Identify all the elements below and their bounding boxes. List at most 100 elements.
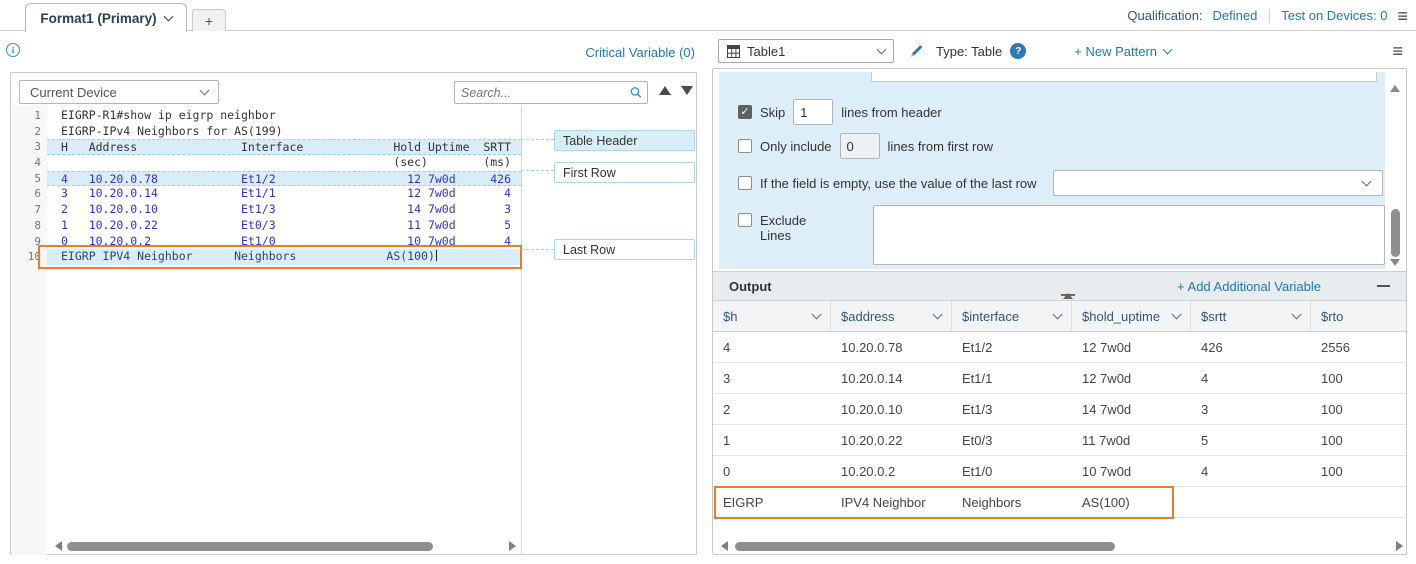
output-column-header-address[interactable]: $address bbox=[831, 301, 952, 331]
minimize-icon[interactable] bbox=[1377, 285, 1390, 287]
menu-icon[interactable]: ≡ bbox=[1397, 7, 1408, 25]
output-cell: 4 bbox=[713, 332, 831, 362]
chevron-down-icon[interactable] bbox=[812, 309, 822, 319]
test-on-devices-link[interactable]: Test on Devices: 0 bbox=[1281, 8, 1387, 23]
hscroll-left-arrow[interactable] bbox=[55, 541, 62, 551]
output-cell: 10.20.0.2 bbox=[831, 456, 952, 486]
output-cell: 1 bbox=[713, 425, 831, 455]
chevron-down-icon bbox=[1163, 44, 1173, 54]
output-cell: 5 bbox=[1191, 425, 1311, 455]
line-number: 4 bbox=[12, 155, 41, 171]
last-row-marker[interactable]: Last Row bbox=[554, 239, 695, 260]
qualification-label: Qualification: bbox=[1127, 8, 1202, 23]
sample-output-panel: Current Device 12345678910 EIGRP-R1#show… bbox=[10, 72, 697, 555]
chevron-down-icon[interactable] bbox=[933, 309, 943, 319]
chevron-down-icon[interactable] bbox=[1172, 309, 1182, 319]
device-select[interactable]: Current Device bbox=[19, 80, 219, 104]
output-cell: 2 bbox=[713, 394, 831, 424]
vscroll-down-arrow[interactable] bbox=[1390, 259, 1400, 266]
search-prev-button[interactable] bbox=[659, 86, 671, 95]
output-section-bar: Output + Add Additional Variable bbox=[713, 271, 1406, 301]
info-icon[interactable]: i bbox=[6, 43, 20, 57]
chevron-down-icon[interactable] bbox=[1292, 309, 1302, 319]
tab-format1-primary[interactable]: Format1 (Primary) bbox=[25, 3, 187, 32]
line-number: 5 bbox=[12, 171, 41, 187]
output-column-header-rto[interactable]: $rto bbox=[1311, 301, 1406, 331]
add-additional-variable-link[interactable]: + Add Additional Variable bbox=[1177, 279, 1321, 294]
output-column-header-hold_uptime[interactable]: $hold_uptime bbox=[1072, 301, 1191, 331]
output-cell: 100 bbox=[1311, 394, 1406, 424]
pattern-menu-icon[interactable]: ≡ bbox=[1392, 42, 1403, 60]
edit-pencil-icon[interactable] bbox=[908, 43, 924, 59]
code-text: 1 10.20.0.22 Et0/3 11 7w0d 5 bbox=[61, 218, 511, 232]
chevron-down-icon bbox=[877, 44, 887, 54]
exclude-lines-label: Exclude Lines bbox=[760, 213, 841, 243]
output-table-row: 210.20.0.10Et1/314 7w0d3100 bbox=[713, 394, 1406, 425]
code-line-7[interactable]: 2 10.20.0.10 Et1/3 14 7w0d 3 bbox=[47, 202, 521, 218]
output-column-header-srtt[interactable]: $srtt bbox=[1191, 301, 1311, 331]
output-cell: 100 bbox=[1311, 456, 1406, 486]
output-column-header-interface[interactable]: $interface bbox=[952, 301, 1072, 331]
vscroll-thumb[interactable] bbox=[1391, 209, 1400, 257]
collapse-icon[interactable] bbox=[1061, 278, 1075, 296]
hscroll-left-arrow[interactable] bbox=[721, 541, 728, 551]
pattern-config-panel: ✓ Skip lines from header Only include li… bbox=[712, 68, 1407, 555]
output-cell: EIGRP bbox=[713, 487, 831, 517]
hscroll-thumb[interactable] bbox=[735, 542, 1115, 551]
column-label: $interface bbox=[962, 309, 1019, 324]
exclude-lines-checkbox[interactable] bbox=[738, 213, 752, 227]
chevron-down-icon[interactable] bbox=[1053, 309, 1063, 319]
output-cell: 100 bbox=[1311, 425, 1406, 455]
only-include-count-input[interactable] bbox=[840, 133, 880, 159]
skip-suffix: lines from header bbox=[841, 105, 941, 120]
output-table-row: 310.20.0.14Et1/112 7w0d4100 bbox=[713, 363, 1406, 394]
code-line-6[interactable]: 3 10.20.0.14 Et1/1 12 7w0d 4 bbox=[47, 186, 521, 202]
output-title: Output bbox=[729, 279, 772, 294]
output-cell bbox=[1191, 487, 1311, 517]
first-row-marker[interactable]: First Row bbox=[554, 162, 695, 183]
column-label: $h bbox=[723, 309, 737, 324]
only-include-checkbox[interactable] bbox=[738, 139, 752, 153]
table-header-marker[interactable]: Table Header bbox=[554, 130, 695, 151]
output-cell: Et1/0 bbox=[952, 456, 1072, 486]
vscroll-up-arrow[interactable] bbox=[1390, 85, 1400, 92]
skip-checkbox[interactable]: ✓ bbox=[738, 105, 752, 119]
help-icon[interactable]: ? bbox=[1010, 43, 1026, 59]
search-box[interactable] bbox=[454, 81, 648, 104]
code-line-3[interactable]: H Address Interface Hold Uptime SRTT bbox=[47, 139, 521, 155]
output-column-header-h[interactable]: $h bbox=[713, 301, 831, 331]
last-row-connector bbox=[521, 249, 554, 250]
new-pattern-label: + New Pattern bbox=[1074, 44, 1157, 59]
hscroll-thumb[interactable] bbox=[67, 542, 433, 551]
output-cell bbox=[1311, 487, 1406, 517]
first-row-connector bbox=[521, 170, 554, 171]
empty-field-select[interactable] bbox=[1053, 170, 1383, 196]
code-line-4[interactable]: (sec) (ms) bbox=[47, 155, 521, 171]
code-text: EIGRP-R1#show ip eigrp neighbor bbox=[61, 108, 276, 122]
plus-icon: + bbox=[205, 13, 213, 29]
qualification-value-link[interactable]: Defined bbox=[1213, 8, 1258, 23]
search-input[interactable] bbox=[455, 86, 630, 100]
code-line-8[interactable]: 1 10.20.0.22 Et0/3 11 7w0d 5 bbox=[47, 218, 521, 234]
hscroll-right-arrow[interactable] bbox=[1396, 541, 1403, 551]
code-label-divider bbox=[521, 105, 522, 555]
code-line-2[interactable]: EIGRP-IPv4 Neighbors for AS(199) bbox=[47, 124, 521, 140]
code-line-10[interactable]: EIGRP IPV4 Neighbor Neighbors AS(100) bbox=[47, 249, 521, 265]
pattern-select[interactable]: Table1 bbox=[718, 39, 894, 63]
hscroll-right-arrow[interactable] bbox=[509, 541, 516, 551]
output-cell: Neighbors bbox=[952, 487, 1072, 517]
line-number: 1 bbox=[12, 108, 41, 124]
skip-label: Skip bbox=[760, 105, 785, 120]
code-line-5[interactable]: 4 10.20.0.78 Et1/2 12 7w0d 426 bbox=[47, 171, 521, 187]
code-line-9[interactable]: 0 10.20.0.2 Et1/0 10 7w0d 4 bbox=[47, 234, 521, 250]
critical-variable-link[interactable]: Critical Variable (0) bbox=[585, 45, 695, 60]
exclude-lines-textarea[interactable] bbox=[873, 205, 1385, 265]
add-tab-button[interactable]: + bbox=[192, 9, 226, 31]
search-icon[interactable] bbox=[630, 85, 642, 100]
pattern-editor-app: Format1 (Primary) + Qualification: Defin… bbox=[0, 0, 1416, 564]
search-next-button[interactable] bbox=[681, 86, 693, 95]
skip-count-input[interactable] bbox=[793, 99, 833, 125]
empty-field-checkbox[interactable] bbox=[738, 176, 752, 190]
new-pattern-button[interactable]: + New Pattern bbox=[1074, 44, 1171, 59]
code-line-1[interactable]: EIGRP-R1#show ip eigrp neighbor bbox=[47, 108, 521, 124]
